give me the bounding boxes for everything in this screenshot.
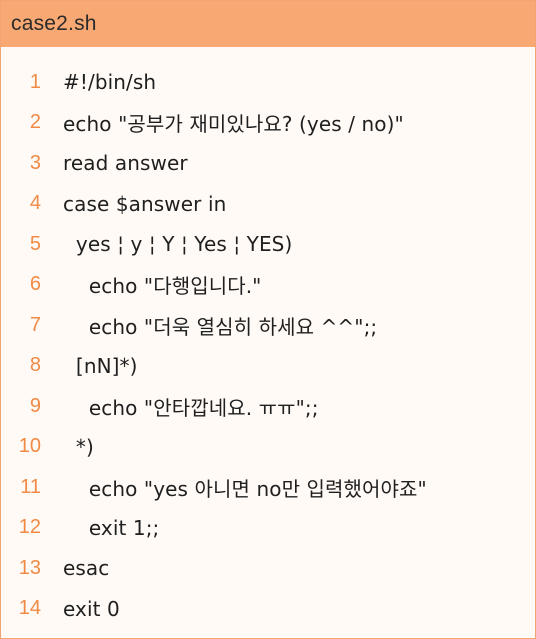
line-code: echo "다행입니다." bbox=[63, 274, 262, 299]
code-line: 3 read answer bbox=[1, 143, 535, 184]
line-code: *) bbox=[63, 434, 94, 459]
code-line: 1 #!/bin/sh bbox=[1, 62, 535, 103]
line-code: [nN]*) bbox=[63, 353, 138, 378]
line-code: echo "yes 아니면 no만 입력했어야죠" bbox=[63, 476, 427, 501]
line-number: 5 bbox=[29, 232, 41, 255]
code-line: 10 *) bbox=[1, 427, 535, 468]
code-line: 11 echo "yes 아니면 no만 입력했어야죠" bbox=[1, 467, 535, 508]
line-code: read answer bbox=[63, 151, 188, 176]
line-code: esac bbox=[63, 556, 110, 581]
line-code: echo "더욱 열심히 하세요 ^^";; bbox=[63, 314, 378, 339]
line-number: 10 bbox=[18, 435, 41, 458]
code-line: 14 exit 0 bbox=[1, 589, 535, 630]
code-block: 1 #!/bin/sh 2 echo "공부가 재미있나요? (yes / no… bbox=[1, 62, 535, 629]
code-line: 5 yes ¦ y ¦ Y ¦ Yes ¦ YES) bbox=[1, 224, 535, 265]
line-code: yes ¦ y ¦ Y ¦ Yes ¦ YES) bbox=[63, 232, 293, 257]
code-line: 8 [nN]*) bbox=[1, 346, 535, 387]
line-number: 13 bbox=[18, 556, 41, 579]
line-number: 6 bbox=[29, 273, 41, 296]
file-name: case2.sh bbox=[11, 12, 97, 35]
line-code: exit 1;; bbox=[63, 515, 160, 540]
code-line: 7 echo "더욱 열심히 하세요 ^^";; bbox=[1, 305, 535, 346]
line-code: case $answer in bbox=[63, 191, 227, 216]
line-number: 11 bbox=[20, 475, 41, 498]
line-number: 3 bbox=[29, 151, 41, 174]
line-number: 8 bbox=[29, 354, 41, 377]
code-line: 6 echo "다행입니다." bbox=[1, 265, 535, 306]
line-code: echo "공부가 재미있나요? (yes / no)" bbox=[63, 112, 404, 137]
code-line: 4 case $answer in bbox=[1, 184, 535, 225]
code-line: 2 echo "공부가 재미있나요? (yes / no)" bbox=[1, 103, 535, 144]
line-number: 14 bbox=[18, 597, 41, 620]
line-number: 2 bbox=[29, 111, 41, 134]
code-line: 9 echo "안타깝네요. ㅠㅠ";; bbox=[1, 386, 535, 427]
code-listing-card: case2.sh 1 #!/bin/sh 2 echo "공부가 재미있나요? … bbox=[0, 0, 536, 639]
line-number: 12 bbox=[18, 516, 41, 539]
title-bar: case2.sh bbox=[1, 1, 535, 47]
line-number: 1 bbox=[29, 70, 41, 93]
line-number: 4 bbox=[29, 192, 41, 215]
code-line: 13 esac bbox=[1, 548, 535, 589]
line-code: #!/bin/sh bbox=[63, 70, 157, 95]
line-code: exit 0 bbox=[63, 596, 120, 621]
line-code: echo "안타깝네요. ㅠㅠ";; bbox=[63, 395, 319, 420]
line-number: 7 bbox=[29, 313, 41, 336]
line-number: 9 bbox=[29, 394, 41, 417]
code-line: 12 exit 1;; bbox=[1, 508, 535, 549]
